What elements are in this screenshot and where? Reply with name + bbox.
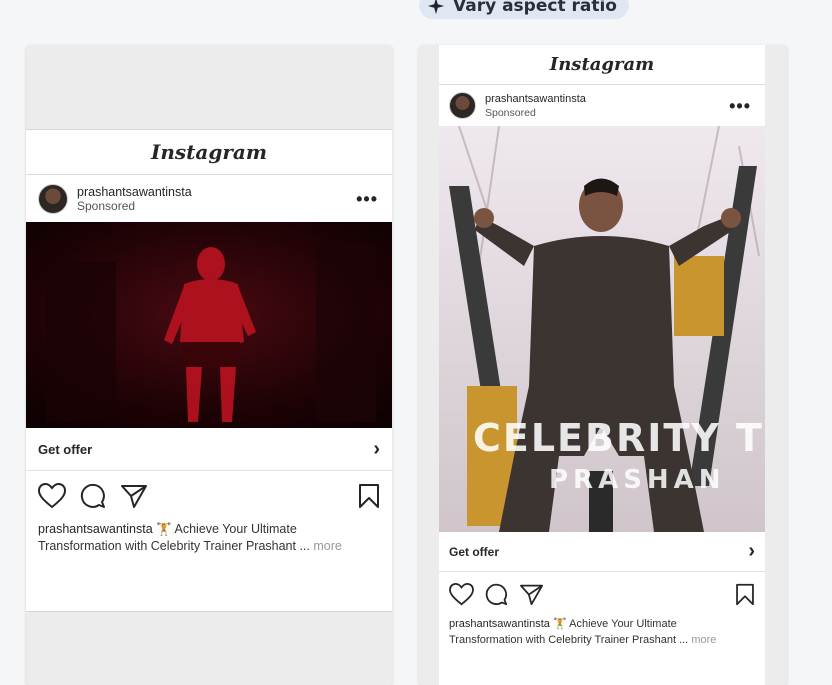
ad-media-image: CELEBRITY T PRASHAN — [439, 126, 765, 532]
gym-trainer-image: CELEBRITY T PRASHAN — [439, 126, 765, 532]
sparkle-icon — [427, 0, 445, 14]
vary-aspect-ratio-button[interactable]: Vary aspect ratio — [419, 0, 629, 19]
get-offer-label: Get offer — [38, 441, 93, 457]
sponsored-label: Sponsored — [485, 106, 536, 119]
overlay-title: CELEBRITY T — [473, 416, 764, 460]
overlay-subtitle: PRASHAN — [549, 465, 726, 495]
post-caption: prashantsawantinsta 🏋 Achieve Your Ultim… — [26, 521, 392, 555]
caption-line2: Transformation with Celebrity Trainer Pr… — [449, 634, 689, 646]
share-icon[interactable] — [120, 483, 148, 509]
bookmark-icon[interactable] — [735, 583, 755, 606]
more-options-icon[interactable]: ••• — [729, 97, 751, 115]
instagram-feed-mock: Instagram prashantsawantinsta Sponsored … — [26, 129, 392, 612]
avatar — [449, 92, 476, 119]
ad-preview-vertical[interactable]: Instagram prashantsawantinsta Sponsored … — [419, 45, 787, 685]
more-options-icon[interactable]: ••• — [356, 190, 378, 208]
post-header: prashantsawantinsta Sponsored ••• — [439, 85, 765, 126]
caption-more-link[interactable]: more — [691, 634, 716, 646]
caption-line1: Achieve Your Ultimate — [569, 618, 677, 630]
caption-line2: Transformation with Celebrity Trainer Pr… — [38, 539, 310, 553]
chevron-right-icon: › — [373, 437, 380, 460]
caption-more-link[interactable]: more — [313, 539, 341, 553]
post-caption: prashantsawantinsta 🏋 Achieve Your Ultim… — [439, 616, 765, 648]
caption-username: prashantsawantinsta — [449, 618, 550, 630]
heart-icon[interactable] — [449, 582, 474, 606]
sponsored-label: Sponsored — [77, 198, 136, 213]
caption-emoji: 🏋 — [552, 618, 567, 630]
post-username: prashantsawantinsta — [77, 184, 192, 199]
ad-media-image — [26, 222, 392, 428]
red-figure-image — [26, 222, 392, 428]
comment-icon[interactable] — [80, 483, 106, 509]
post-actions — [26, 471, 392, 521]
vary-aspect-ratio-label: Vary aspect ratio — [453, 0, 617, 16]
instagram-logo: Instagram — [26, 130, 392, 175]
post-actions — [439, 572, 765, 616]
post-header: prashantsawantinsta Sponsored ••• — [26, 175, 392, 222]
heart-icon[interactable] — [38, 483, 66, 509]
caption-emoji: 🏋 — [156, 522, 172, 536]
get-offer-link[interactable]: Get offer › — [26, 428, 392, 471]
post-username: prashantsawantinsta — [485, 92, 586, 105]
bookmark-icon[interactable] — [358, 483, 380, 509]
share-icon[interactable] — [519, 583, 544, 606]
ad-preview-square[interactable]: Instagram prashantsawantinsta Sponsored … — [26, 45, 392, 685]
avatar — [38, 183, 68, 214]
caption-line1: Achieve Your Ultimate — [174, 522, 297, 536]
get-offer-link[interactable]: Get offer › — [439, 532, 765, 572]
instagram-logo: Instagram — [439, 45, 765, 85]
caption-username: prashantsawantinsta — [38, 522, 153, 536]
chevron-right-icon: › — [748, 540, 755, 562]
get-offer-label: Get offer — [449, 544, 500, 559]
instagram-feed-mock: Instagram prashantsawantinsta Sponsored … — [439, 45, 765, 685]
comment-icon[interactable] — [485, 583, 508, 606]
